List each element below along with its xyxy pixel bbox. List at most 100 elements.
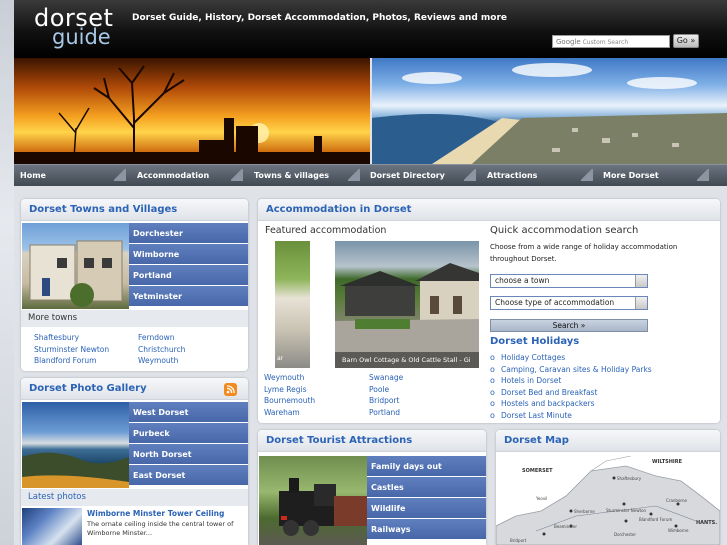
chevron-down-icon[interactable] xyxy=(635,297,647,309)
nav-dorset-directory[interactable]: Dorset Directory xyxy=(364,165,445,186)
holiday-link[interactable]: Dorset Last Minute xyxy=(501,411,572,420)
chevron-down-icon[interactable] xyxy=(635,275,647,287)
accommodation-towns-col2: Swanage Poole Bridport Portland xyxy=(369,372,403,418)
latest-photos-heading: Latest photos xyxy=(21,489,248,506)
holiday-link[interactable]: Dorset Bed and Breakfast xyxy=(501,388,597,397)
town-select[interactable]: choose a town xyxy=(490,274,648,288)
town-photo[interactable] xyxy=(22,223,129,309)
gallery-panel: Dorset Photo Gallery West Dorset Purbeck… xyxy=(21,378,248,545)
map-place-label[interactable]: Dorchester xyxy=(614,532,636,537)
bullet-icon: o xyxy=(490,353,495,362)
accommodation-town-link[interactable]: Bridport xyxy=(369,395,403,407)
town-link-yetminster[interactable]: Yetminster xyxy=(129,286,248,307)
accommodation-town-link[interactable]: Lyme Regis xyxy=(264,384,315,396)
map-place-label[interactable]: Wimborne xyxy=(668,528,688,533)
nav-more-dorset[interactable]: More Dorset xyxy=(597,165,659,186)
town-link-portland[interactable]: Portland xyxy=(129,265,248,286)
attraction-link-castles[interactable]: Castles xyxy=(367,477,486,498)
gallery-photo[interactable] xyxy=(22,402,129,488)
nav-accommodation[interactable]: Accommodation xyxy=(131,165,209,186)
featured-thumb-caption: ar xyxy=(277,355,284,362)
latest-photo-title[interactable]: Wimborne Minster Tower Ceiling xyxy=(87,509,224,518)
featured-photo[interactable]: Barn Owl Cottage & Old Cattle Stall - Gi xyxy=(335,241,479,368)
map-place-label[interactable]: Cranborne xyxy=(666,498,687,503)
map-place-label[interactable]: Blandford Forum xyxy=(639,517,672,522)
gallery-link-purbeck[interactable]: Purbeck xyxy=(129,423,248,444)
nav-arrow-icon xyxy=(231,169,243,181)
bullet-icon: o xyxy=(490,387,495,397)
map-place-label[interactable]: Yeovil xyxy=(536,496,547,501)
quick-search-desc-line: throughout Dorset. xyxy=(490,255,557,263)
attraction-link-wildlife[interactable]: Wildlife xyxy=(367,498,486,519)
accommodation-town-link[interactable]: Swanage xyxy=(369,372,403,384)
town-select-value: choose a town xyxy=(495,276,550,285)
town-link[interactable]: Shaftesbury xyxy=(34,332,109,344)
gallery-link-north-dorset[interactable]: North Dorset xyxy=(129,444,248,465)
gallery-link-west-dorset[interactable]: West Dorset xyxy=(129,402,248,423)
map-place-label[interactable]: Sherborne xyxy=(574,509,595,514)
map-region-wiltshire: WILTSHIRE xyxy=(652,459,683,465)
map-place-label[interactable]: Shaftesbury xyxy=(617,476,641,481)
latest-photo-thumb[interactable] xyxy=(22,508,82,545)
featured-photo-caption: Barn Owl Cottage & Old Cattle Stall - Gi xyxy=(335,352,479,368)
holiday-link[interactable]: Hotels in Dorset xyxy=(501,376,561,385)
holiday-link[interactable]: Camping, Caravan sites & Holiday Parks xyxy=(501,365,652,374)
map-place-label[interactable]: Bridport xyxy=(510,538,526,543)
accommodation-type-select[interactable]: Choose type of accommodation xyxy=(490,296,648,310)
accommodation-search-button[interactable]: Search » xyxy=(490,319,648,332)
nav-attractions[interactable]: Attractions xyxy=(481,165,537,186)
main-navigation: Home Accommodation Towns & villages Dors… xyxy=(14,164,727,186)
gallery-panel-title: Dorset Photo Gallery xyxy=(21,378,248,400)
featured-thumb-prev[interactable]: ar xyxy=(275,241,310,368)
attraction-link-family-days-out[interactable]: Family days out xyxy=(367,456,486,477)
logo-guide[interactable]: guide xyxy=(52,26,111,48)
map-panel: Dorset Map SOMERSET WILTSHIRE HANTS. Sha… xyxy=(496,430,720,545)
holiday-list-item: o Holiday Cottages xyxy=(490,352,652,364)
search-placeholder: Custom Search xyxy=(582,39,629,46)
town-link[interactable]: Sturminster Newton xyxy=(34,344,109,356)
sunset-silhouette xyxy=(14,65,370,164)
more-towns-col1: Shaftesbury Sturminster Newton Blandford… xyxy=(34,332,109,367)
dorset-map[interactable]: SOMERSET WILTSHIRE HANTS. Shaftesbury Sh… xyxy=(496,456,720,545)
featured-accommodation-heading: Featured accommodation xyxy=(265,225,387,236)
nav-home[interactable]: Home xyxy=(14,165,46,186)
town-link-dorchester[interactable]: Dorchester xyxy=(129,223,248,244)
bullet-icon: o xyxy=(490,399,495,409)
accommodation-type-select-value: Choose type of accommodation xyxy=(495,298,615,307)
accommodation-town-link[interactable]: Wareham xyxy=(264,407,315,419)
nav-arrow-icon xyxy=(114,169,126,181)
attractions-photo[interactable] xyxy=(259,456,367,545)
search-input[interactable]: Google Custom Search xyxy=(552,35,670,48)
google-logo: Google xyxy=(556,38,581,46)
accommodation-town-link[interactable]: Bournemouth xyxy=(264,395,315,407)
gallery-link-east-dorset[interactable]: East Dorset xyxy=(129,465,248,486)
search-go-button[interactable]: Go » xyxy=(673,34,699,48)
map-place-label[interactable]: Sturminster Newton xyxy=(606,508,646,513)
more-towns-heading: More towns xyxy=(21,310,248,327)
town-link-wimborne[interactable]: Wimborne xyxy=(129,244,248,265)
cove-graphic xyxy=(22,452,129,488)
barn-graphic xyxy=(335,263,479,368)
rss-icon[interactable] xyxy=(224,383,237,396)
town-link[interactable]: Blandford Forum xyxy=(34,355,109,367)
holiday-link[interactable]: Hostels and backpackers xyxy=(501,399,595,408)
more-towns-col2: Ferndown Christchurch Weymouth xyxy=(138,332,185,367)
accommodation-towns-col1: Weymouth Lyme Regis Bournemouth Wareham xyxy=(264,372,315,418)
nav-towns-villages[interactable]: Towns & villages xyxy=(248,165,329,186)
accommodation-town-link[interactable]: Portland xyxy=(369,407,403,419)
bullet-icon: o xyxy=(490,364,495,374)
latest-photo-desc: The ornate ceiling inside the central to… xyxy=(87,520,233,538)
map-place-label[interactable]: Beaminster xyxy=(554,524,577,529)
accommodation-town-link[interactable]: Weymouth xyxy=(264,372,315,384)
accommodation-panel-title: Accommodation in Dorset xyxy=(258,199,720,221)
holiday-link[interactable]: Holiday Cottages xyxy=(501,353,565,362)
coast-landscape xyxy=(372,63,727,164)
town-link[interactable]: Christchurch xyxy=(138,344,185,356)
town-link[interactable]: Ferndown xyxy=(138,332,185,344)
holidays-list: o Holiday Cottages o Camping, Caravan site… xyxy=(490,352,652,422)
latest-photo-desc-line: The ornate ceiling inside the central to… xyxy=(87,520,234,528)
attraction-link-railways[interactable]: Railways xyxy=(367,519,486,540)
banner-coast-image xyxy=(372,58,727,164)
town-link[interactable]: Weymouth xyxy=(138,355,185,367)
accommodation-town-link[interactable]: Poole xyxy=(369,384,403,396)
